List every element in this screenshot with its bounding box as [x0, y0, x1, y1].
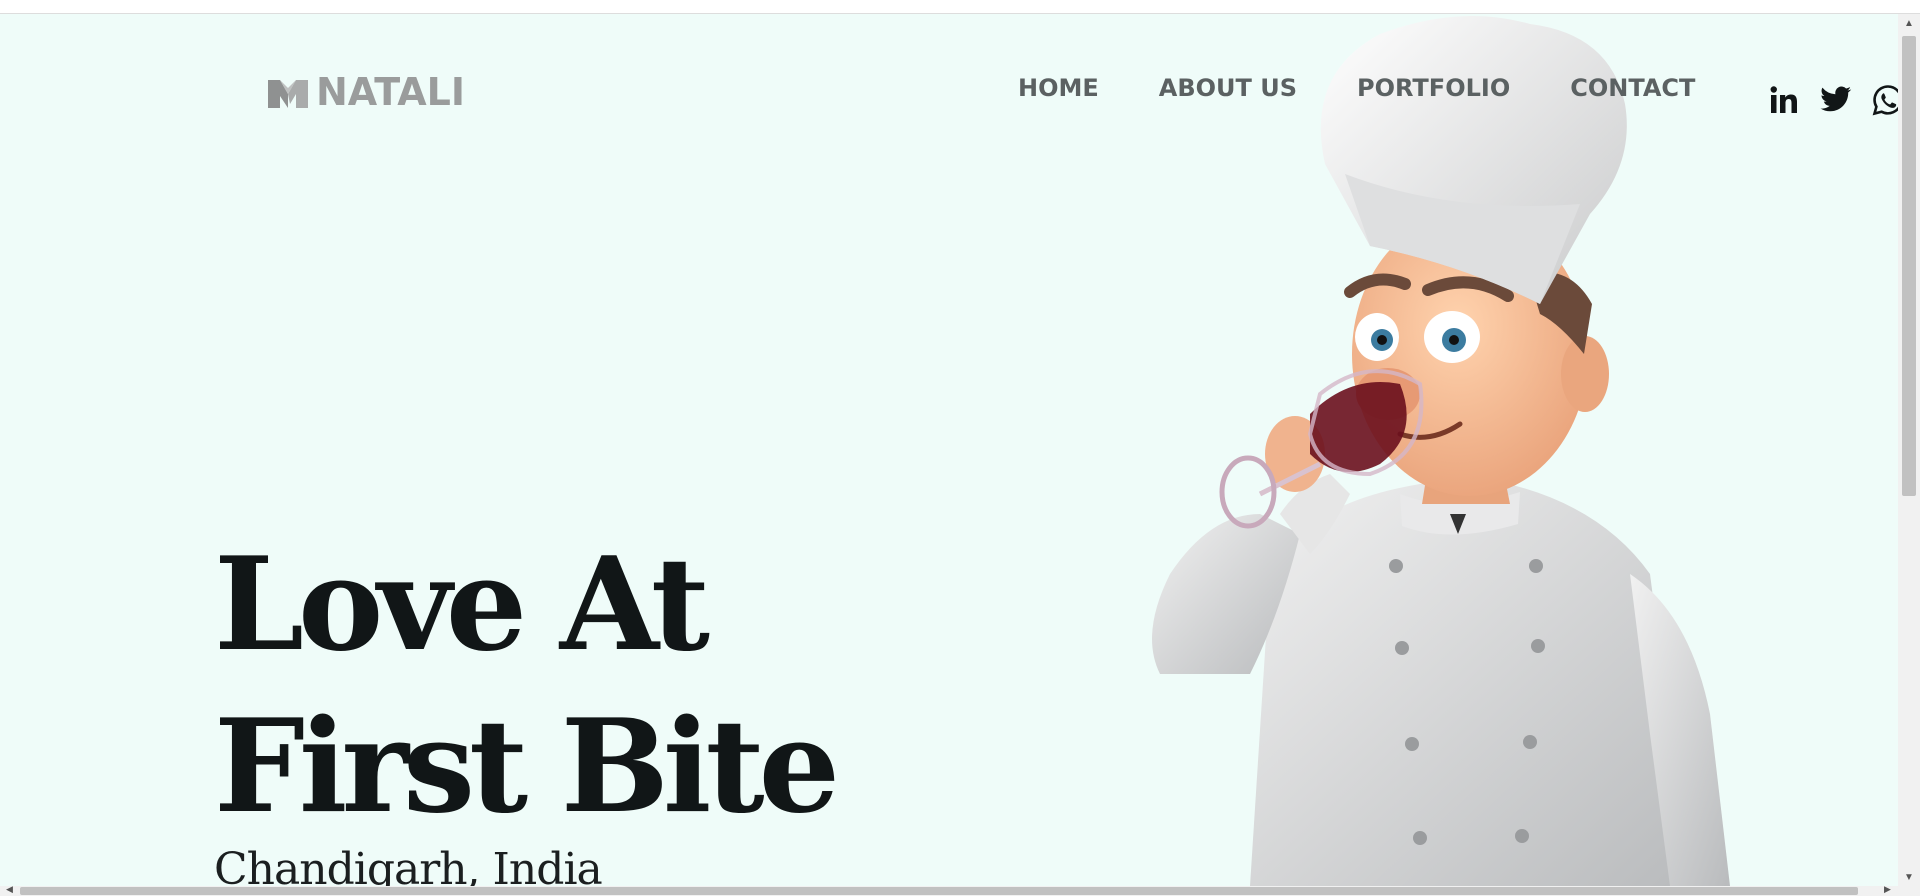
nav-portfolio[interactable]: PORTFOLIO [1357, 74, 1510, 102]
scroll-down-arrow-icon[interactable]: ▼ [1898, 868, 1920, 886]
nav-contact[interactable]: CONTACT [1570, 74, 1695, 102]
horizontal-scrollbar[interactable]: ◀ ▶ [0, 884, 1920, 896]
social-links [1768, 84, 1898, 116]
natali-logo-icon [268, 80, 308, 108]
nav-about-us[interactable]: ABOUT US [1159, 74, 1297, 102]
hero-subtitle: Chandigarh, India [214, 844, 603, 886]
vertical-scroll-thumb[interactable] [1902, 36, 1916, 496]
scroll-up-arrow-icon[interactable]: ▲ [1898, 14, 1920, 32]
nav-home[interactable]: HOME [1018, 74, 1099, 102]
scroll-left-arrow-icon[interactable]: ◀ [6, 884, 13, 895]
scroll-right-arrow-icon[interactable]: ▶ [1884, 884, 1891, 895]
twitter-icon[interactable] [1820, 84, 1852, 116]
hero-title: Love At First Bite [214, 524, 840, 848]
whatsapp-icon[interactable] [1872, 84, 1898, 116]
hero-title-line2: First Bite [214, 692, 840, 842]
vertical-scrollbar[interactable]: ▲ ▼ [1898, 14, 1920, 886]
chef-illustration [1152, 16, 1730, 886]
linkedin-icon[interactable] [1768, 84, 1800, 116]
browser-top-edge [0, 0, 1920, 14]
main-nav: HOME ABOUT US PORTFOLIO CONTACT [1018, 74, 1695, 102]
page-viewport: NATALI HOME ABOUT US PORTFOLIO CONTACT L… [0, 14, 1898, 886]
horizontal-scroll-thumb[interactable] [20, 887, 1858, 895]
brand-logo[interactable]: NATALI [266, 70, 465, 114]
brand-name: NATALI [316, 70, 465, 114]
hero-title-line1: Love At [214, 530, 710, 680]
